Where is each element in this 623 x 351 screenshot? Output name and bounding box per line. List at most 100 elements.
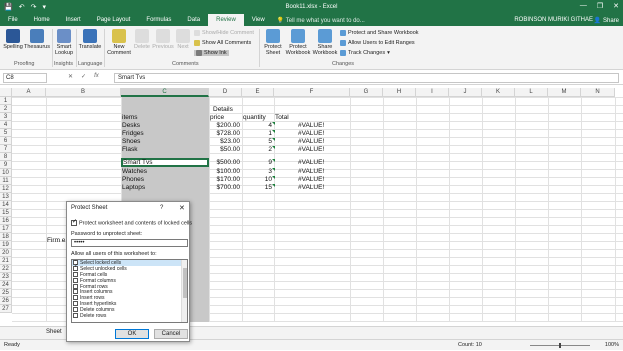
cell-f10[interactable]: #VALUE! [298, 176, 324, 184]
row-header[interactable]: 22 [0, 265, 12, 273]
tab-file[interactable]: File [0, 14, 26, 26]
row-header[interactable]: 11 [0, 177, 12, 185]
error-indicator-icon[interactable] [272, 176, 275, 179]
translate-button[interactable]: Translate [78, 29, 102, 50]
cell-b17[interactable]: Firm e [47, 237, 65, 245]
zoom-slider-knob[interactable] [559, 343, 561, 348]
restore-button[interactable]: ❐ [597, 2, 603, 10]
next-comment-button[interactable]: Next [175, 29, 191, 50]
smart-lookup-button[interactable]: Smart Lookup [54, 29, 74, 56]
row-header[interactable]: 19 [0, 241, 12, 249]
cell-d9[interactable]: $100.00 [209, 168, 241, 176]
row-header[interactable]: 23 [0, 273, 12, 281]
track-changes-button[interactable]: Track Changes ▾ [340, 50, 390, 56]
column-header-f[interactable]: F [274, 88, 350, 97]
cell-d2[interactable]: Details [213, 106, 233, 114]
cell-d7[interactable]: $50.00 [209, 146, 240, 154]
protect-workbook-button[interactable]: Protect Workbook [285, 29, 311, 56]
tab-page-layout[interactable]: Page Layout [89, 14, 139, 26]
protect-share-workbook-button[interactable]: Protect and Share Workbook [340, 30, 419, 36]
cell-d8[interactable]: $500.00 [209, 159, 241, 167]
row-header[interactable]: 18 [0, 233, 12, 241]
list-scrollbar[interactable] [181, 260, 187, 322]
cell-f5[interactable]: #VALUE! [298, 130, 324, 138]
error-indicator-icon[interactable] [272, 146, 275, 149]
row-header[interactable]: 4 [0, 121, 12, 129]
cell-c3[interactable]: items [122, 114, 138, 122]
cell-d4[interactable]: $200.00 [209, 122, 241, 130]
cell-f11[interactable]: #VALUE! [298, 184, 324, 192]
cell-f9[interactable]: #VALUE! [298, 168, 324, 176]
scrollbar-thumb[interactable] [183, 268, 187, 298]
error-indicator-icon[interactable] [272, 184, 275, 187]
share-button[interactable]: 👤 Share [594, 17, 619, 24]
dialog-close-button[interactable]: ✕ [179, 204, 185, 212]
list-item[interactable]: Delete rows [72, 313, 187, 319]
cell-c11[interactable]: Laptops [122, 184, 145, 192]
row-header[interactable]: 26 [0, 297, 12, 305]
permissions-list[interactable]: Select locked cells Select unlocked cell… [71, 259, 188, 323]
cell-f7[interactable]: #VALUE! [298, 146, 324, 154]
allow-users-edit-button[interactable]: Allow Users to Edit Ranges [340, 40, 415, 46]
column-header-a[interactable]: A [12, 88, 46, 97]
protect-sheet-button[interactable]: Protect Sheet [262, 29, 284, 56]
row-header[interactable]: 12 [0, 185, 12, 193]
cell-d5[interactable]: $728.00 [209, 130, 241, 138]
cell-c5[interactable]: Fridges [122, 130, 144, 138]
zoom-level[interactable]: 100% [605, 340, 619, 351]
cell-d11[interactable]: $700.00 [209, 184, 241, 192]
cell-d3[interactable]: price [210, 114, 224, 122]
row-header[interactable]: 3 [0, 113, 12, 121]
user-name[interactable]: ROBINSON MURIKI GITHAE [514, 17, 593, 23]
minimize-button[interactable]: — [580, 2, 587, 10]
row-header[interactable]: 20 [0, 249, 12, 257]
cell-e7[interactable]: 2 [242, 146, 272, 154]
row-header[interactable]: 15 [0, 209, 12, 217]
column-header-b[interactable]: B [46, 88, 121, 97]
cell-e11[interactable]: 15 [242, 184, 272, 192]
cell-f6[interactable]: #VALUE! [298, 138, 324, 146]
column-header-g[interactable]: G [350, 88, 383, 97]
enter-icon[interactable]: ✓ [81, 73, 86, 80]
show-hide-comment-button[interactable]: Show/Hide Comment [194, 30, 254, 36]
column-header-d[interactable]: D [209, 88, 242, 97]
share-workbook-button[interactable]: Share Workbook [312, 29, 338, 56]
row-header[interactable]: 2 [0, 105, 12, 113]
row-header[interactable]: 9 [0, 161, 12, 169]
cell-c10[interactable]: Phones [122, 176, 144, 184]
name-box[interactable]: C8 [3, 73, 47, 83]
column-header-e[interactable]: E [242, 88, 274, 97]
row-header[interactable]: 25 [0, 289, 12, 297]
cell-e6[interactable]: 5 [242, 138, 272, 146]
tab-view[interactable]: View [244, 14, 273, 26]
tab-review[interactable]: Review [208, 14, 244, 26]
error-indicator-icon[interactable] [272, 138, 275, 141]
cell-e4[interactable]: 4 [242, 122, 272, 130]
column-header-l[interactable]: L [515, 88, 548, 97]
cell-c6[interactable]: Shoes [122, 138, 140, 146]
error-indicator-icon[interactable] [272, 159, 275, 162]
previous-comment-button[interactable]: Previous [152, 29, 174, 50]
error-indicator-icon[interactable] [272, 168, 275, 171]
row-header[interactable]: 17 [0, 225, 12, 233]
row-header[interactable]: 13 [0, 193, 12, 201]
cell-e5[interactable]: 1 [242, 130, 272, 138]
row-header[interactable]: 1 [0, 97, 12, 105]
cell-e8[interactable]: 9 [242, 159, 272, 167]
close-button[interactable]: ✕ [613, 2, 619, 10]
protect-contents-checkbox[interactable]: Protect worksheet and contents of locked… [71, 218, 192, 226]
column-header-m[interactable]: M [548, 88, 581, 97]
ok-button[interactable]: OK [115, 329, 149, 339]
thesaurus-button[interactable]: Thesaurus [24, 29, 50, 50]
cell-e9[interactable]: 3 [242, 168, 272, 176]
column-header-k[interactable]: K [482, 88, 515, 97]
row-header[interactable]: 14 [0, 201, 12, 209]
cell-e10[interactable]: 10 [242, 176, 272, 184]
show-ink-button[interactable]: Show Ink [194, 50, 229, 56]
cell-c7[interactable]: Flask [122, 146, 138, 154]
show-all-comments-button[interactable]: Show All Comments [194, 40, 251, 46]
fx-icon[interactable]: fx [94, 73, 99, 80]
column-header-n[interactable]: N [581, 88, 615, 97]
row-header[interactable]: 7 [0, 145, 12, 153]
cell-e3[interactable]: quantity [243, 114, 266, 122]
